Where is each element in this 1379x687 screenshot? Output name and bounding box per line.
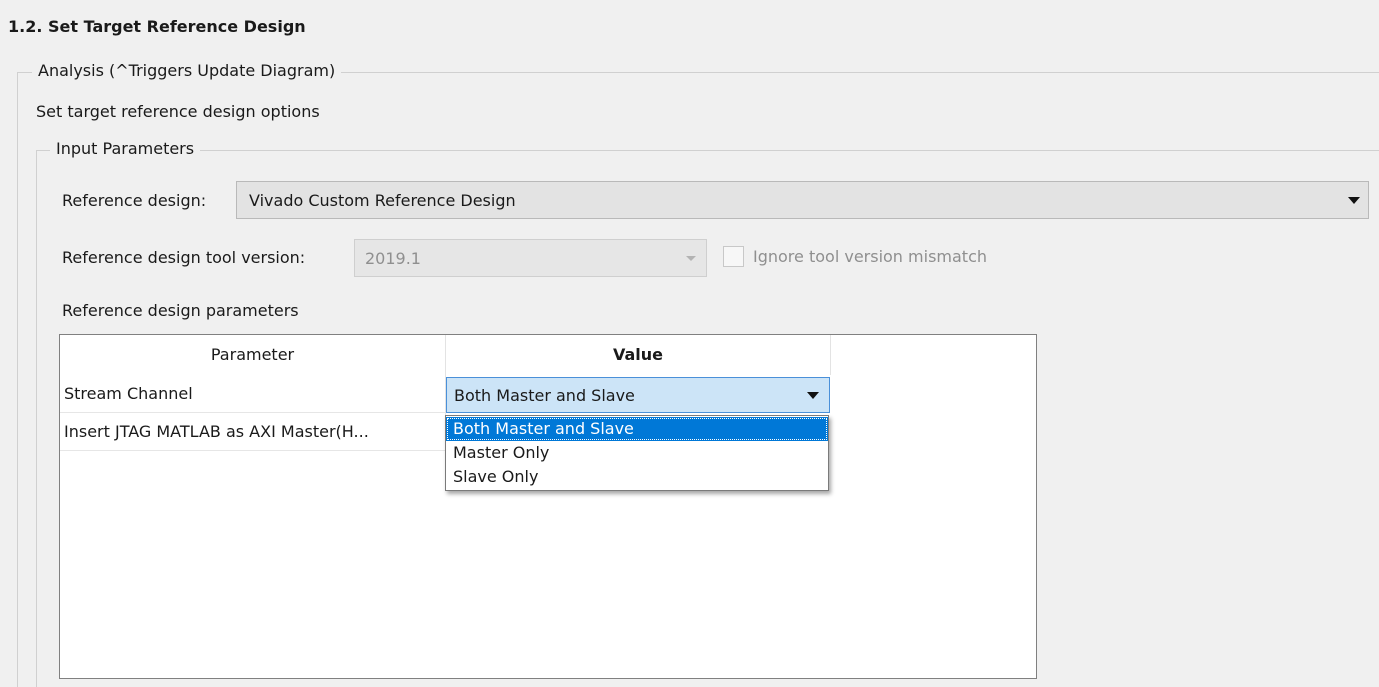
table-cell-parameter[interactable]: Insert JTAG MATLAB as AXI Master(H...	[60, 413, 446, 451]
column-header-parameter[interactable]: Parameter	[60, 335, 446, 375]
ignore-mismatch-label: Ignore tool version mismatch	[753, 247, 987, 266]
table-cell-parameter[interactable]: Stream Channel	[60, 375, 446, 413]
reference-design-value: Vivado Custom Reference Design	[249, 191, 516, 210]
step-description: Set target reference design options	[36, 102, 320, 121]
hdl-workflow-panel: 1.2. Set Target Reference Design Analysi…	[0, 0, 1379, 687]
chevron-down-icon	[807, 392, 819, 399]
chevron-down-icon	[1348, 197, 1360, 204]
stream-channel-dropdown-list: Both Master and Slave Master Only Slave …	[445, 415, 829, 491]
ignore-mismatch-checkbox[interactable]	[723, 246, 744, 267]
column-header-value[interactable]: Value	[446, 335, 831, 375]
stream-channel-value: Both Master and Slave	[454, 386, 635, 405]
tool-version-select[interactable]: 2019.1	[354, 239, 707, 277]
reference-design-label: Reference design:	[62, 191, 207, 210]
tool-version-label: Reference design tool version:	[62, 248, 306, 267]
analysis-group-legend: Analysis (^Triggers Update Diagram)	[32, 61, 342, 80]
tool-version-value: 2019.1	[365, 249, 421, 268]
reference-design-parameters-label: Reference design parameters	[62, 301, 299, 320]
step-title: 1.2. Set Target Reference Design	[8, 17, 306, 36]
dropdown-option-master-only[interactable]: Master Only	[446, 441, 828, 465]
reference-design-select[interactable]: Vivado Custom Reference Design	[236, 181, 1369, 219]
stream-channel-select[interactable]: Both Master and Slave	[446, 377, 830, 413]
input-parameters-legend: Input Parameters	[50, 139, 201, 158]
parameters-table: Parameter Value Stream Channel Both Mast…	[59, 334, 1037, 679]
dropdown-option-both[interactable]: Both Master and Slave	[446, 417, 828, 441]
chevron-down-icon	[686, 256, 696, 261]
dropdown-option-slave-only[interactable]: Slave Only	[446, 465, 828, 489]
